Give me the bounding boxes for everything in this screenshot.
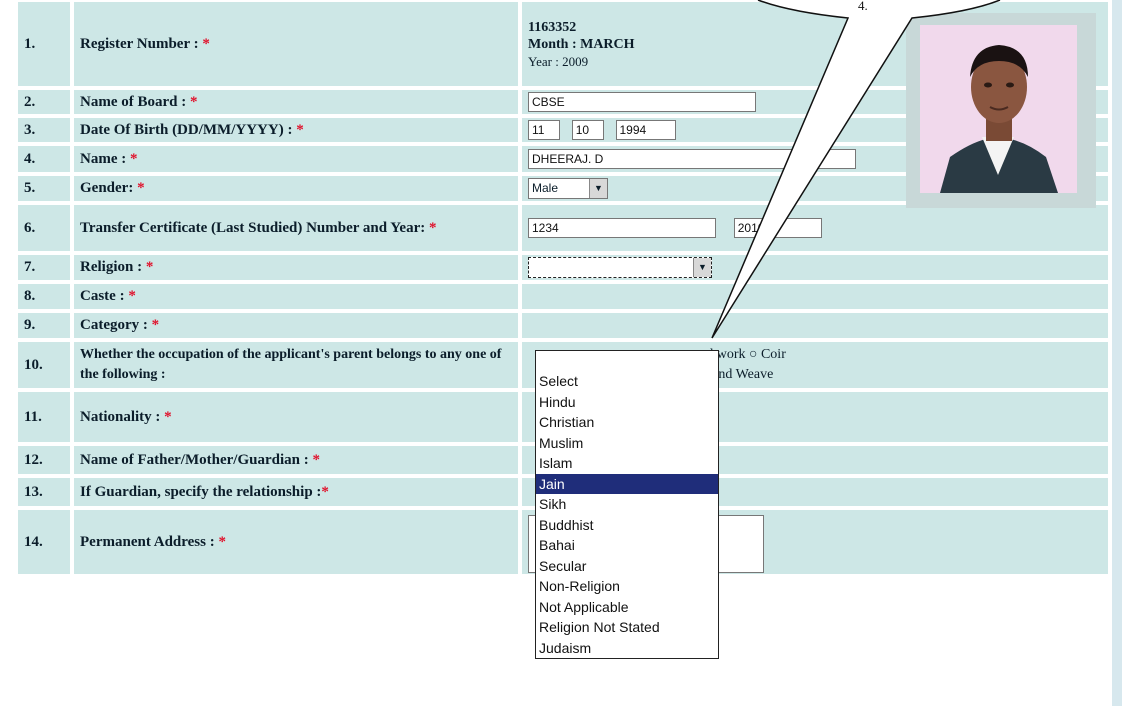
required-mark: * bbox=[129, 150, 138, 167]
required-mark: * bbox=[218, 533, 226, 550]
religion-dropdown-list: Select Hindu Christian Muslim Islam Jain Sikh B… bbox=[535, 350, 719, 659]
field-label: Register Number : bbox=[80, 35, 199, 52]
field-label: Transfer Certificate (Last Studied) Numb… bbox=[80, 219, 426, 236]
row-number: 2. bbox=[18, 90, 70, 114]
religion-option[interactable]: Secular bbox=[536, 556, 718, 577]
row-number: 4. bbox=[18, 146, 70, 172]
row-number: 8. bbox=[18, 284, 70, 309]
field-label: Name of Board : bbox=[80, 93, 187, 110]
required-mark: * bbox=[321, 483, 329, 500]
religion-option[interactable]: Religion Not Stated bbox=[536, 617, 718, 638]
row-number: 7. bbox=[18, 255, 70, 280]
form-row-religion: 7. Religion : * ▼ bbox=[18, 255, 1108, 280]
field-label: Caste : bbox=[80, 288, 125, 304]
religion-option[interactable]: Not Applicable bbox=[536, 597, 718, 618]
board-name-input[interactable]: CBSE bbox=[528, 92, 756, 112]
religion-option[interactable]: Select bbox=[536, 371, 718, 392]
required-mark: * bbox=[145, 259, 154, 275]
chevron-down-icon[interactable]: ▼ bbox=[693, 258, 711, 277]
religion-option[interactable]: Islam bbox=[536, 453, 718, 474]
required-mark: * bbox=[189, 93, 198, 110]
field-label: Whether the occupation of the applicant'… bbox=[80, 347, 502, 382]
chevron-down-icon[interactable]: ▼ bbox=[589, 179, 607, 198]
required-mark: * bbox=[137, 180, 145, 196]
religion-option[interactable]: Buddhist bbox=[536, 515, 718, 536]
radio-button[interactable]: ○ bbox=[749, 347, 757, 362]
dob-day-input[interactable]: 11 bbox=[528, 120, 560, 140]
applicant-photo-frame bbox=[906, 13, 1096, 208]
gender-selected-value: Male bbox=[532, 181, 559, 195]
gender-select[interactable]: Male ▼ bbox=[528, 178, 608, 199]
row-number: 1. bbox=[18, 2, 70, 86]
religion-select[interactable]: ▼ bbox=[528, 257, 712, 278]
field-label: Category : bbox=[80, 317, 148, 333]
row-number: 14. bbox=[18, 510, 70, 574]
religion-option[interactable]: Hindu bbox=[536, 392, 718, 413]
field-label: Gender: bbox=[80, 180, 134, 196]
religion-option[interactable]: Muslim bbox=[536, 433, 718, 454]
row-number: 12. bbox=[18, 446, 70, 474]
row-number: 6. bbox=[18, 205, 70, 251]
name-input[interactable]: DHEERAJ. D bbox=[528, 149, 856, 169]
religion-option[interactable]: Sikh bbox=[536, 494, 718, 515]
row-number: 9. bbox=[18, 313, 70, 338]
dob-month-input[interactable]: 10 bbox=[571, 120, 604, 140]
person-portrait-icon bbox=[920, 25, 1077, 193]
row-number: 5. bbox=[18, 176, 70, 201]
row-number: 13. bbox=[18, 478, 70, 506]
occupation-option-coir: Coir bbox=[760, 347, 786, 362]
required-mark: * bbox=[164, 408, 172, 425]
field-label: Date Of Birth (DD/MM/YYYY) : bbox=[80, 121, 293, 138]
dob-year-input[interactable]: 1994 bbox=[615, 120, 676, 140]
row-number: 10. bbox=[18, 342, 70, 388]
required-mark: * bbox=[312, 451, 320, 468]
applicant-photo bbox=[920, 25, 1077, 193]
field-label: Name : bbox=[80, 150, 127, 167]
religion-option[interactable]: Bahai bbox=[536, 535, 718, 556]
row-number: 11. bbox=[18, 392, 70, 442]
religion-option[interactable]: Judaism bbox=[536, 638, 718, 659]
religion-option[interactable]: Non-Religion bbox=[536, 576, 718, 597]
tc-year-input[interactable]: 2010 bbox=[733, 218, 822, 238]
religion-option[interactable]: Jain bbox=[536, 473, 718, 494]
form-row-caste: 8. Caste : * bbox=[18, 284, 1108, 309]
field-label: Permanent Address : bbox=[80, 533, 215, 550]
field-label: Nationality : bbox=[80, 408, 161, 425]
required-mark: * bbox=[202, 35, 210, 52]
required-mark: * bbox=[428, 219, 437, 236]
field-label: Name of Father/Mother/Guardian : bbox=[80, 451, 309, 468]
row-number: 3. bbox=[18, 118, 70, 142]
religion-option[interactable]: Christian bbox=[536, 412, 718, 433]
form-row-category: 9. Category : * bbox=[18, 313, 1108, 338]
field-label: Religion : bbox=[80, 259, 143, 275]
field-label: If Guardian, specify the relationship : bbox=[80, 483, 322, 500]
form-row-transfer-certificate: 6. Transfer Certificate (Last Studied) N… bbox=[18, 205, 1108, 251]
required-mark: * bbox=[151, 317, 160, 333]
tc-number-input[interactable]: 1234 bbox=[528, 218, 716, 238]
required-mark: * bbox=[296, 121, 304, 138]
required-mark: * bbox=[128, 288, 136, 304]
